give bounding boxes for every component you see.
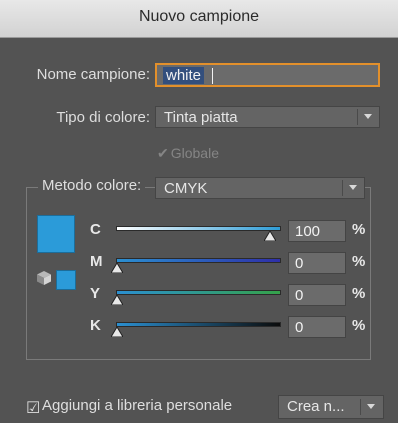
yellow-slider-track[interactable] bbox=[116, 290, 281, 295]
create-new-dropdown[interactable]: Crea n... bbox=[278, 395, 384, 419]
swatch-name-label: Nome campione: bbox=[36, 66, 150, 83]
black-percent-label: % bbox=[352, 317, 366, 334]
checkmark-icon: ✔ bbox=[157, 145, 169, 161]
magenta-value-input[interactable]: 0 bbox=[288, 252, 346, 274]
global-checkbox[interactable]: ✔ Globale bbox=[157, 145, 219, 162]
swatch-name-input[interactable]: white bbox=[155, 63, 380, 87]
cyan-percent-label: % bbox=[352, 221, 366, 238]
black-value: 0 bbox=[295, 319, 304, 336]
chevron-down-icon bbox=[364, 114, 372, 119]
color-preview-swatch bbox=[37, 215, 75, 253]
black-slider-thumb[interactable] bbox=[111, 327, 123, 337]
yellow-label: Y bbox=[90, 285, 101, 302]
yellow-slider-thumb[interactable] bbox=[111, 295, 123, 305]
black-slider-track[interactable] bbox=[116, 322, 281, 327]
gamut-swatch[interactable] bbox=[56, 270, 76, 290]
cube-icon[interactable] bbox=[36, 270, 52, 286]
chevron-down-icon bbox=[367, 404, 375, 409]
magenta-label: M bbox=[90, 253, 103, 270]
dialog-title: Nuovo campione bbox=[138, 8, 260, 25]
chevron-down-icon bbox=[349, 185, 357, 190]
title-bar[interactable]: Nuovo campione bbox=[0, 0, 398, 38]
cyan-label: C bbox=[90, 221, 101, 238]
cyan-slider-thumb[interactable] bbox=[264, 231, 276, 241]
new-swatch-dialog: Nuovo campione Nome campione: white Tipo… bbox=[0, 0, 398, 423]
black-value-input[interactable]: 0 bbox=[288, 316, 346, 338]
add-to-library-label: Aggiungi a libreria personale bbox=[42, 397, 233, 414]
yellow-value: 0 bbox=[295, 287, 304, 304]
add-to-library-checkbox[interactable]: ☑ bbox=[26, 398, 40, 418]
magenta-value: 0 bbox=[295, 255, 304, 272]
cyan-slider-track[interactable] bbox=[116, 226, 281, 231]
color-type-value: Tinta piatta bbox=[164, 109, 238, 126]
color-mode-dropdown[interactable]: CMYK bbox=[155, 177, 365, 199]
text-caret bbox=[212, 68, 213, 84]
cyan-value: 100 bbox=[295, 223, 321, 240]
dropdown-separator bbox=[357, 109, 358, 125]
checkbox-checked-icon: ☑ bbox=[26, 400, 41, 417]
magenta-percent-label: % bbox=[352, 253, 366, 270]
color-mode-label: Metodo colore: bbox=[38, 177, 146, 194]
color-type-label: Tipo di colore: bbox=[56, 109, 150, 126]
dropdown-separator bbox=[360, 399, 361, 415]
color-type-dropdown[interactable]: Tinta piatta bbox=[155, 106, 380, 128]
global-label: Globale bbox=[170, 145, 219, 161]
color-mode-value: CMYK bbox=[164, 180, 208, 197]
yellow-percent-label: % bbox=[352, 285, 366, 302]
cyan-value-input[interactable]: 100 bbox=[288, 220, 346, 242]
yellow-value-input[interactable]: 0 bbox=[288, 284, 346, 306]
swatch-name-value: white bbox=[163, 67, 205, 84]
magenta-slider-track[interactable] bbox=[116, 258, 281, 263]
magenta-slider-thumb[interactable] bbox=[111, 263, 123, 273]
black-label: K bbox=[90, 317, 101, 334]
create-new-label: Crea n... bbox=[287, 398, 345, 415]
dropdown-separator bbox=[342, 180, 343, 196]
